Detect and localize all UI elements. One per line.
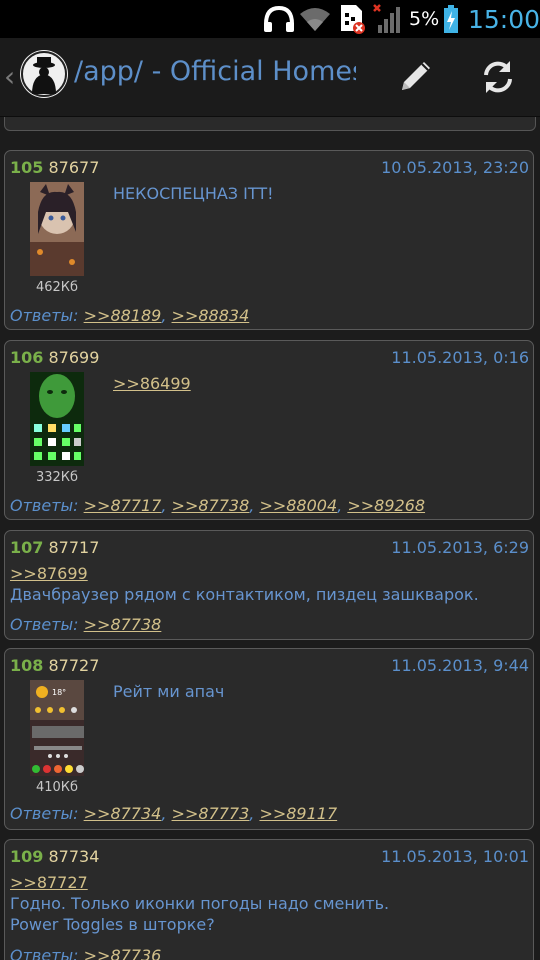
post-109[interactable]: 109 87734 11.05.2013, 10:01 >>87727 Годн… xyxy=(4,839,534,960)
thumbnail-size: 410Кб xyxy=(35,780,79,795)
post-date: 10.05.2013, 23:20 xyxy=(381,158,529,177)
post-list[interactable]: 105 87677 10.05.2013, 23:20 462Кб НЕКОСП… xyxy=(0,117,540,960)
post-105[interactable]: 105 87677 10.05.2013, 23:20 462Кб НЕКОСП… xyxy=(4,150,534,330)
post-index: 108 xyxy=(10,656,44,675)
quote-link[interactable]: >>87727 xyxy=(10,873,88,892)
reply-link[interactable]: >>87738 xyxy=(84,615,162,634)
headphones-icon xyxy=(262,0,296,38)
post-text: НЕКОСПЕЦНАЗ ITT! xyxy=(113,184,274,203)
post-index: 109 xyxy=(10,847,44,866)
post-date: 11.05.2013, 6:29 xyxy=(391,538,529,557)
post-body: >>87727 Годно. Только иконки погоды надо… xyxy=(10,872,389,935)
post-text: Двачбраузер рядом с контактиком, пиздец … xyxy=(10,585,479,604)
back-chevron-icon[interactable]: ‹ xyxy=(4,60,15,93)
post-text-line: Годно. Только иконки погоды надо сменить… xyxy=(10,894,390,913)
post-107[interactable]: 107 87717 11.05.2013, 6:29 >>87699 Двачб… xyxy=(4,530,534,640)
post-thumbnail[interactable] xyxy=(30,182,84,276)
replies-label: Ответы: xyxy=(10,946,79,960)
reply-link[interactable]: >>88834 xyxy=(172,306,250,325)
reply-separator: , xyxy=(161,496,167,515)
post-replies: Ответы: >>87734, >>87773, >>89117 xyxy=(10,804,337,823)
reply-separator: , xyxy=(249,804,255,823)
post-index: 107 xyxy=(10,538,44,557)
clock: 15:00 xyxy=(468,4,540,34)
post-text-container: >>86499 xyxy=(113,374,191,393)
reply-link[interactable]: >>89117 xyxy=(259,804,337,823)
post-text-line: Power Toggles в шторке? xyxy=(10,915,215,934)
post-date: 11.05.2013, 0:16 xyxy=(391,348,529,367)
status-bar: 5% 15:00 xyxy=(0,0,540,38)
post-106[interactable]: 106 87699 11.05.2013, 0:16 332Кб >>86499… xyxy=(4,340,534,520)
post-number: 87717 xyxy=(48,538,100,557)
board-title[interactable]: /app/ - Official Homescreen xyxy=(74,56,356,87)
reply-link[interactable]: >>87736 xyxy=(84,946,162,960)
quote-link[interactable]: >>86499 xyxy=(113,374,191,393)
post-number: 87734 xyxy=(48,847,100,866)
thumbnail-size: 332Кб xyxy=(35,470,79,485)
signal-icon xyxy=(372,0,406,38)
post-replies: Ответы: >>87738 xyxy=(10,615,161,634)
replies-label: Ответы: xyxy=(10,496,79,515)
reply-link[interactable]: >>87773 xyxy=(172,804,250,823)
sd-card-icon xyxy=(338,0,366,38)
replies-label: Ответы: xyxy=(10,804,79,823)
reply-separator: , xyxy=(161,804,167,823)
action-bar: ‹ /app/ - Official Homescreen xyxy=(0,38,540,117)
pencil-icon[interactable] xyxy=(388,50,442,104)
post-replies: Ответы: >>88189, >>88834 xyxy=(10,306,249,325)
post-header: 106 87699 xyxy=(10,348,99,367)
reply-link[interactable]: >>88189 xyxy=(84,306,162,325)
post-number: 87677 xyxy=(48,158,100,177)
battery-percent: 5% xyxy=(409,8,440,30)
post-header: 107 87717 xyxy=(10,538,99,557)
reply-separator: , xyxy=(337,496,343,515)
reply-link[interactable]: >>87738 xyxy=(172,496,250,515)
quote-link[interactable]: >>87699 xyxy=(10,564,88,583)
post-number: 87727 xyxy=(48,656,100,675)
post-108[interactable]: 108 87727 11.05.2013, 9:44 18° 410Кб Рей… xyxy=(4,648,534,830)
replies-label: Ответы: xyxy=(10,306,79,325)
board-logo[interactable] xyxy=(20,50,68,98)
post-thumbnail[interactable] xyxy=(30,372,84,466)
post-date: 11.05.2013, 9:44 xyxy=(391,656,529,675)
post-thumbnail[interactable]: 18° xyxy=(30,680,84,776)
reply-link[interactable]: >>89268 xyxy=(347,496,425,515)
previous-post-remnant xyxy=(4,117,536,131)
replies-label: Ответы: xyxy=(10,615,79,634)
post-header: 109 87734 xyxy=(10,847,99,866)
post-number: 87699 xyxy=(48,348,100,367)
reply-link[interactable]: >>87717 xyxy=(84,496,162,515)
post-header: 108 87727 xyxy=(10,656,99,675)
post-body: >>87699 Двачбраузер рядом с контактиком,… xyxy=(10,563,479,605)
thumbnail-size: 462Кб xyxy=(35,280,79,295)
post-replies: Ответы: >>87736 xyxy=(10,946,161,960)
thumbnail-temperature: 18° xyxy=(52,688,66,697)
post-index: 105 xyxy=(10,158,44,177)
post-date: 11.05.2013, 10:01 xyxy=(381,847,529,866)
post-index: 106 xyxy=(10,348,44,367)
reply-link[interactable]: >>87734 xyxy=(84,804,162,823)
reply-separator: , xyxy=(161,306,167,325)
reply-link[interactable]: >>88004 xyxy=(259,496,337,515)
post-header: 105 87677 xyxy=(10,158,99,177)
battery-icon xyxy=(442,0,460,38)
refresh-icon[interactable] xyxy=(471,50,525,104)
wifi-icon xyxy=(298,0,332,38)
post-text: Рейт ми апач xyxy=(113,682,225,701)
post-replies: Ответы: >>87717, >>87738, >>88004, >>892… xyxy=(10,496,425,515)
reply-separator: , xyxy=(249,496,255,515)
